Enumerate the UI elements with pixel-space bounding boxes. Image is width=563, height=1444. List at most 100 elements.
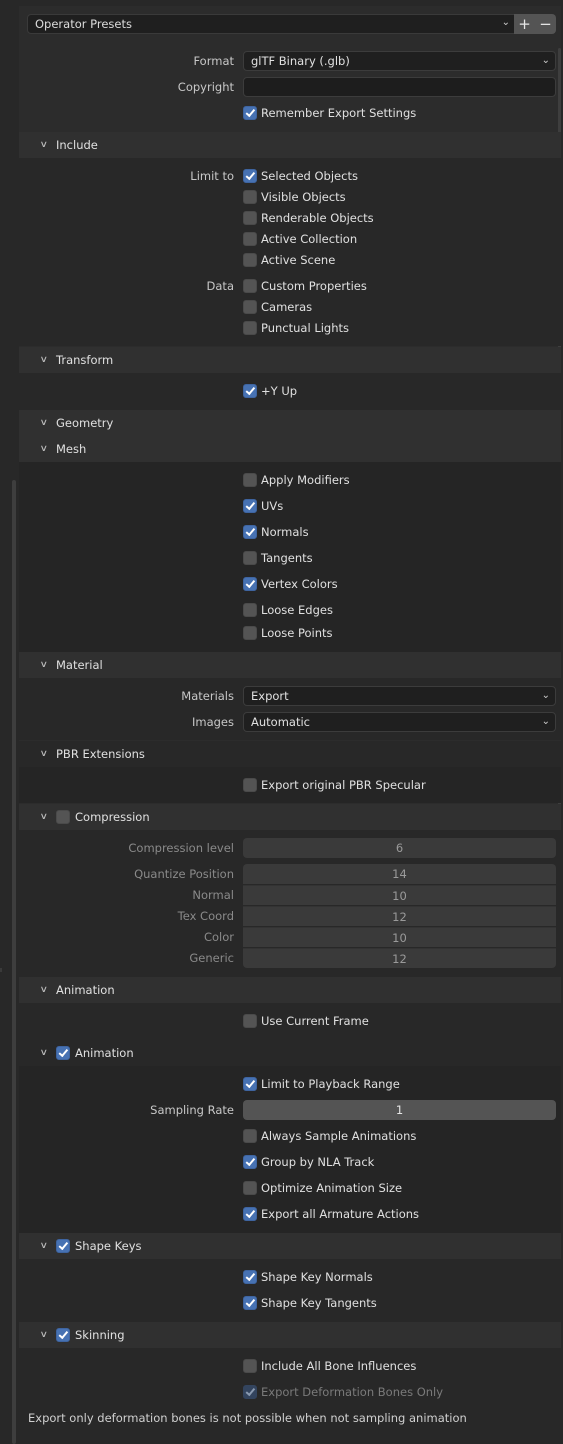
data-cameras-checkbox[interactable]: Cameras <box>243 298 312 316</box>
copyright-label: Copyright <box>177 80 234 94</box>
checkbox-unchecked-icon <box>243 232 257 246</box>
data-label: Data <box>206 279 234 293</box>
use-current-frame-checkbox[interactable]: Use Current Frame <box>243 1012 369 1030</box>
section-mesh-header[interactable]: ∨ Mesh <box>19 436 561 462</box>
compression-enable-checkbox[interactable] <box>56 810 70 824</box>
chevron-down-icon: ⌄ <box>541 716 550 727</box>
section-compression-header[interactable]: ∨ Compression <box>19 804 561 830</box>
checkbox-unchecked-icon <box>243 603 257 617</box>
checkbox-unchecked-icon <box>243 300 257 314</box>
left-scrollbar[interactable] <box>12 480 16 1444</box>
checkbox-unchecked-icon <box>243 321 257 335</box>
remove-preset-button[interactable]: − <box>535 14 556 34</box>
section-pbr-extensions-header[interactable]: ∨ PBR Extensions <box>19 741 561 767</box>
export-original-pbr-specular-checkbox[interactable]: Export original PBR Specular <box>243 776 426 794</box>
shape-keys-enable-checkbox[interactable] <box>56 1239 70 1253</box>
compression-level-field[interactable]: 6 <box>243 838 556 858</box>
limit-selected-objects-checkbox[interactable]: Selected Objects <box>243 167 358 185</box>
section-transform-header[interactable]: ∨ Transform <box>19 347 561 373</box>
include-all-bone-influences-checkbox[interactable]: Include All Bone Influences <box>243 1357 416 1375</box>
y-up-checkbox[interactable]: +Y Up <box>243 382 297 400</box>
quantize-texcoord-field[interactable]: 12 <box>243 906 556 926</box>
section-material-title: Material <box>56 658 103 672</box>
data-punctual-lights-checkbox[interactable]: Punctual Lights <box>243 319 349 337</box>
add-preset-button[interactable]: + <box>514 14 535 34</box>
section-geometry-header[interactable]: ∨ Geometry <box>19 410 561 436</box>
operator-presets-dropdown[interactable]: Operator Presets ⌄ <box>27 14 515 34</box>
section-include-header[interactable]: ∨ Include <box>19 132 561 158</box>
checkbox-checked-disabled-icon <box>243 1385 257 1399</box>
limit-visible-objects-checkbox[interactable]: Visible Objects <box>243 188 346 206</box>
export-all-armature-actions-checkbox[interactable]: Export all Armature Actions <box>243 1205 419 1223</box>
section-mesh-title: Mesh <box>56 442 87 456</box>
quantize-color-field[interactable]: 10 <box>243 927 556 947</box>
apply-modifiers-checkbox[interactable]: Apply Modifiers <box>243 471 350 489</box>
chevron-down-icon: ⌄ <box>541 55 550 66</box>
sampling-rate-field[interactable]: 1 <box>243 1100 556 1120</box>
data-custom-properties-checkbox[interactable]: Custom Properties <box>243 277 367 295</box>
checkbox-checked-icon <box>243 525 257 539</box>
quantize-generic-field[interactable]: 12 <box>243 948 556 968</box>
checkbox-checked-icon <box>243 1155 257 1169</box>
checkbox-unchecked-icon <box>243 190 257 204</box>
checkbox-checked-icon <box>243 577 257 591</box>
checkbox-unchecked-icon <box>243 1129 257 1143</box>
compression-level-label: Compression level <box>128 841 234 855</box>
checkbox-unchecked-icon <box>243 211 257 225</box>
section-animation-sub-header[interactable]: ∨ Animation <box>19 1040 561 1066</box>
shape-key-normals-checkbox[interactable]: Shape Key Normals <box>243 1268 373 1286</box>
quantize-color-label: Color <box>203 930 234 944</box>
quantize-position-field[interactable]: 14 <box>243 864 556 884</box>
shape-key-tangents-checkbox[interactable]: Shape Key Tangents <box>243 1294 377 1312</box>
images-dropdown[interactable]: Automatic ⌄ <box>243 712 556 732</box>
limit-active-scene-checkbox[interactable]: Active Scene <box>243 251 335 269</box>
quantize-position-label: Quantize Position <box>134 867 234 881</box>
normals-checkbox[interactable]: Normals <box>243 523 309 541</box>
chevron-down-icon: ∨ <box>39 1048 49 1058</box>
format-dropdown[interactable]: glTF Binary (.glb) ⌄ <box>243 51 556 71</box>
quantize-texcoord-label: Tex Coord <box>177 909 234 923</box>
limit-active-collection-checkbox[interactable]: Active Collection <box>243 230 357 248</box>
optimize-animation-size-checkbox[interactable]: Optimize Animation Size <box>243 1179 402 1197</box>
section-include-title: Include <box>56 138 98 152</box>
uvs-checkbox[interactable]: UVs <box>243 497 283 515</box>
section-skinning-title: Skinning <box>75 1328 125 1342</box>
quantize-normal-field[interactable]: 10 <box>243 885 556 905</box>
limit-playback-range-checkbox[interactable]: Limit to Playback Range <box>243 1075 400 1093</box>
format-value: glTF Binary (.glb) <box>251 54 350 68</box>
checkbox-checked-icon <box>243 1296 257 1310</box>
chevron-down-icon: ⌄ <box>541 690 550 701</box>
materials-label: Materials <box>181 689 234 703</box>
loose-points-checkbox[interactable]: Loose Points <box>243 624 333 642</box>
always-sample-animations-checkbox[interactable]: Always Sample Animations <box>243 1127 416 1145</box>
section-pbr-title: PBR Extensions <box>56 747 145 761</box>
checkbox-checked-icon <box>243 384 257 398</box>
vertex-colors-checkbox[interactable]: Vertex Colors <box>243 575 338 593</box>
section-skinning-header[interactable]: ∨ Skinning <box>19 1322 561 1348</box>
loose-edges-checkbox[interactable]: Loose Edges <box>243 601 333 619</box>
section-material-header[interactable]: ∨ Material <box>19 652 561 678</box>
checkbox-unchecked-icon <box>243 551 257 565</box>
materials-dropdown[interactable]: Export ⌄ <box>243 686 556 706</box>
checkbox-checked-icon <box>243 169 257 183</box>
chevron-down-icon: ∨ <box>39 985 49 995</box>
remember-export-settings-label: Remember Export Settings <box>261 106 417 120</box>
export-deformation-bones-only-checkbox: Export Deformation Bones Only <box>243 1383 443 1401</box>
checkbox-checked-icon <box>243 1270 257 1284</box>
images-label: Images <box>191 715 234 729</box>
section-animation-sub-title: Animation <box>75 1046 134 1060</box>
chevron-down-icon: ∨ <box>39 749 49 759</box>
chevron-down-icon: ⌄ <box>501 17 510 28</box>
limit-to-label: Limit to <box>190 169 234 183</box>
operator-presets-label: Operator Presets <box>35 17 132 31</box>
copyright-input[interactable] <box>243 77 556 97</box>
skinning-enable-checkbox[interactable] <box>56 1328 70 1342</box>
limit-renderable-objects-checkbox[interactable]: Renderable Objects <box>243 209 374 227</box>
remember-export-settings-checkbox[interactable]: Remember Export Settings <box>243 104 416 122</box>
tangents-checkbox[interactable]: Tangents <box>243 549 313 567</box>
chevron-down-icon: ∨ <box>39 812 49 822</box>
animation-enable-checkbox[interactable] <box>56 1046 70 1060</box>
section-shape-keys-header[interactable]: ∨ Shape Keys <box>19 1233 561 1259</box>
section-animation-header[interactable]: ∨ Animation <box>19 977 561 1003</box>
group-by-nla-track-checkbox[interactable]: Group by NLA Track <box>243 1153 374 1171</box>
